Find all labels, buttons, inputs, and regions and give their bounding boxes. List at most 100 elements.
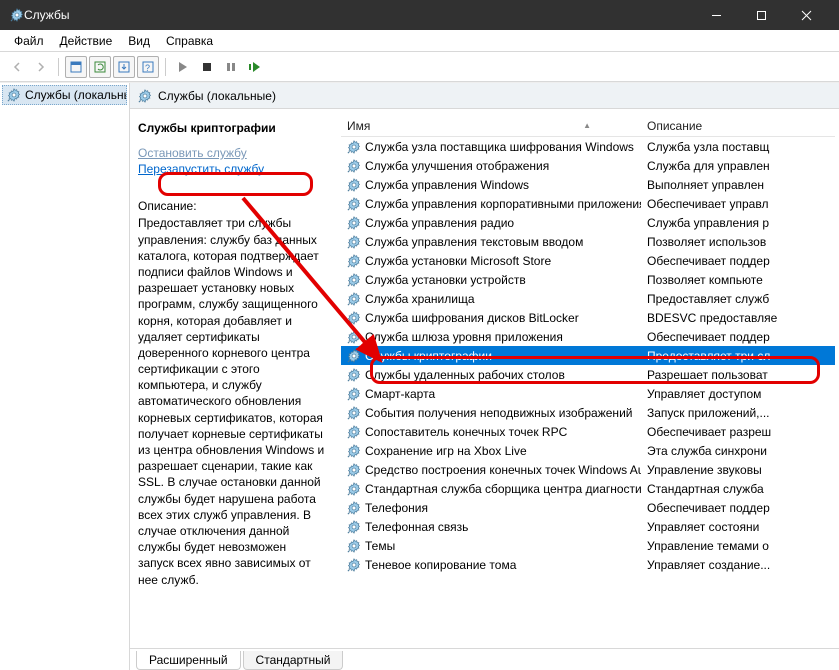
cell-name: Стандартная служба сборщика центра диагн… <box>341 482 641 496</box>
cell-desc: Эта служба синхрони <box>641 444 835 458</box>
menu-help[interactable]: Справка <box>158 32 221 50</box>
table-row[interactable]: Средство построения конечных точек Windo… <box>341 460 835 479</box>
minimize-button[interactable] <box>694 0 739 30</box>
table-row[interactable]: Служба улучшения отображенияСлужба для у… <box>341 156 835 175</box>
table-row[interactable]: Служба узла поставщика шифрования Window… <box>341 137 835 156</box>
restart-link[interactable]: Перезапустить службу <box>138 161 325 177</box>
table-row[interactable]: Служба шифрования дисков BitLockerBDESVC… <box>341 308 835 327</box>
restart-button[interactable] <box>244 56 266 78</box>
table-row[interactable]: Служба управления текстовым вводомПозвол… <box>341 232 835 251</box>
cell-name: Служба улучшения отображения <box>341 159 641 173</box>
cell-desc: Управляет создание... <box>641 558 835 572</box>
cell-desc: Позволяет компьюте <box>641 273 835 287</box>
table-row[interactable]: Служба управления корпоративными приложе… <box>341 194 835 213</box>
svg-text:?: ? <box>145 63 150 73</box>
table-row[interactable]: Службы удаленных рабочих столовРазрешает… <box>341 365 835 384</box>
gear-icon <box>347 368 361 382</box>
cell-name: Служба шлюза уровня приложения <box>341 330 641 344</box>
table-row[interactable]: Телефонная связьУправляет состояни <box>341 517 835 536</box>
window-title: Службы <box>24 8 694 22</box>
gear-icon <box>347 520 361 534</box>
cell-name: Служба управления радио <box>341 216 641 230</box>
cell-desc: Обеспечивает поддер <box>641 330 835 344</box>
table-row[interactable]: Служба установки устройствПозволяет комп… <box>341 270 835 289</box>
gear-icon <box>10 8 24 22</box>
cell-name: Служба установки Microsoft Store <box>341 254 641 268</box>
cell-name: Средство построения конечных точек Windo… <box>341 463 641 477</box>
desc-text: Предоставляет три службы управления: слу… <box>138 215 325 587</box>
table-row[interactable]: Службы криптографииПредоставляет три сл <box>341 346 835 365</box>
cell-name: Служба шифрования дисков BitLocker <box>341 311 641 325</box>
cell-desc: Позволяет использов <box>641 235 835 249</box>
cell-name: Службы удаленных рабочих столов <box>341 368 641 382</box>
table-row[interactable]: Стандартная служба сборщика центра диагн… <box>341 479 835 498</box>
cell-desc: Обеспечивает поддер <box>641 254 835 268</box>
table-row[interactable]: Служба управления радиоСлужба управления… <box>341 213 835 232</box>
gear-icon <box>347 501 361 515</box>
cell-desc: Разрешает пользоват <box>641 368 835 382</box>
gear-icon <box>347 292 361 306</box>
cell-desc: Выполняет управлен <box>641 178 835 192</box>
gear-icon <box>347 463 361 477</box>
col-description[interactable]: Описание <box>641 119 835 133</box>
menu-file[interactable]: Файл <box>6 32 52 50</box>
toolbar-btn-export[interactable] <box>113 56 135 78</box>
toolbar-btn-refresh[interactable] <box>89 56 111 78</box>
cell-name: Темы <box>341 539 641 553</box>
cell-desc: Обеспечивает разреш <box>641 425 835 439</box>
gear-icon <box>7 88 21 102</box>
table-row[interactable]: События получения неподвижных изображени… <box>341 403 835 422</box>
cell-name: Сопоставитель конечных точек RPC <box>341 425 641 439</box>
cell-desc: Предоставляет служб <box>641 292 835 306</box>
stop-link[interactable]: Остановить службу <box>138 145 325 161</box>
back-button[interactable] <box>6 56 28 78</box>
service-list[interactable]: Служба узла поставщика шифрования Window… <box>341 137 835 648</box>
list-header: Имя ▲ Описание <box>341 115 835 137</box>
cell-desc: Обеспечивает управл <box>641 197 835 211</box>
gear-icon <box>347 387 361 401</box>
table-row[interactable]: ТемыУправление темами о <box>341 536 835 555</box>
tabbar: Расширенный Стандартный <box>130 648 839 670</box>
cell-name: Служба установки устройств <box>341 273 641 287</box>
maximize-button[interactable] <box>739 0 784 30</box>
menu-view[interactable]: Вид <box>120 32 158 50</box>
tab-standard[interactable]: Стандартный <box>243 651 344 670</box>
splitter[interactable] <box>335 115 339 648</box>
nav-local-services[interactable]: Службы (локальные) <box>2 85 127 105</box>
cell-name: Телефонная связь <box>341 520 641 534</box>
table-row[interactable]: Служба установки Microsoft StoreОбеспечи… <box>341 251 835 270</box>
cell-desc: Управление звуковы <box>641 463 835 477</box>
table-row[interactable]: Служба хранилищаПредоставляет служб <box>341 289 835 308</box>
toolbar-btn-1[interactable] <box>65 56 87 78</box>
detail-title: Службы криптографии <box>138 121 325 135</box>
table-row[interactable]: ТелефонияОбеспечивает поддер <box>341 498 835 517</box>
gear-icon <box>347 558 361 572</box>
table-row[interactable]: Теневое копирование томаУправляет создан… <box>341 555 835 574</box>
forward-button[interactable] <box>30 56 52 78</box>
cell-name: Службы криптографии <box>341 349 641 363</box>
table-row[interactable]: Сопоставитель конечных точек RPCОбеспечи… <box>341 422 835 441</box>
cell-name: Смарт-карта <box>341 387 641 401</box>
toolbar-btn-help[interactable]: ? <box>137 56 159 78</box>
cell-desc: Запуск приложений,... <box>641 406 835 420</box>
tab-extended[interactable]: Расширенный <box>136 651 241 670</box>
close-button[interactable] <box>784 0 829 30</box>
table-row[interactable]: Служба управления WindowsВыполняет управ… <box>341 175 835 194</box>
stop-button[interactable] <box>196 56 218 78</box>
table-row[interactable]: Смарт-картаУправляет доступом <box>341 384 835 403</box>
col-name[interactable]: Имя ▲ <box>341 119 641 133</box>
cell-desc: Управление темами о <box>641 539 835 553</box>
gear-icon <box>138 89 152 103</box>
desc-label: Описание: <box>138 199 325 213</box>
gear-icon <box>347 349 361 363</box>
cell-name: Теневое копирование тома <box>341 558 641 572</box>
gear-icon <box>347 444 361 458</box>
table-row[interactable]: Сохранение игр на Xbox LiveЭта служба си… <box>341 441 835 460</box>
cell-name: Телефония <box>341 501 641 515</box>
menu-action[interactable]: Действие <box>52 32 121 50</box>
table-row[interactable]: Служба шлюза уровня приложенияОбеспечива… <box>341 327 835 346</box>
gear-icon <box>347 425 361 439</box>
start-button[interactable] <box>172 56 194 78</box>
pause-button[interactable] <box>220 56 242 78</box>
gear-icon <box>347 539 361 553</box>
